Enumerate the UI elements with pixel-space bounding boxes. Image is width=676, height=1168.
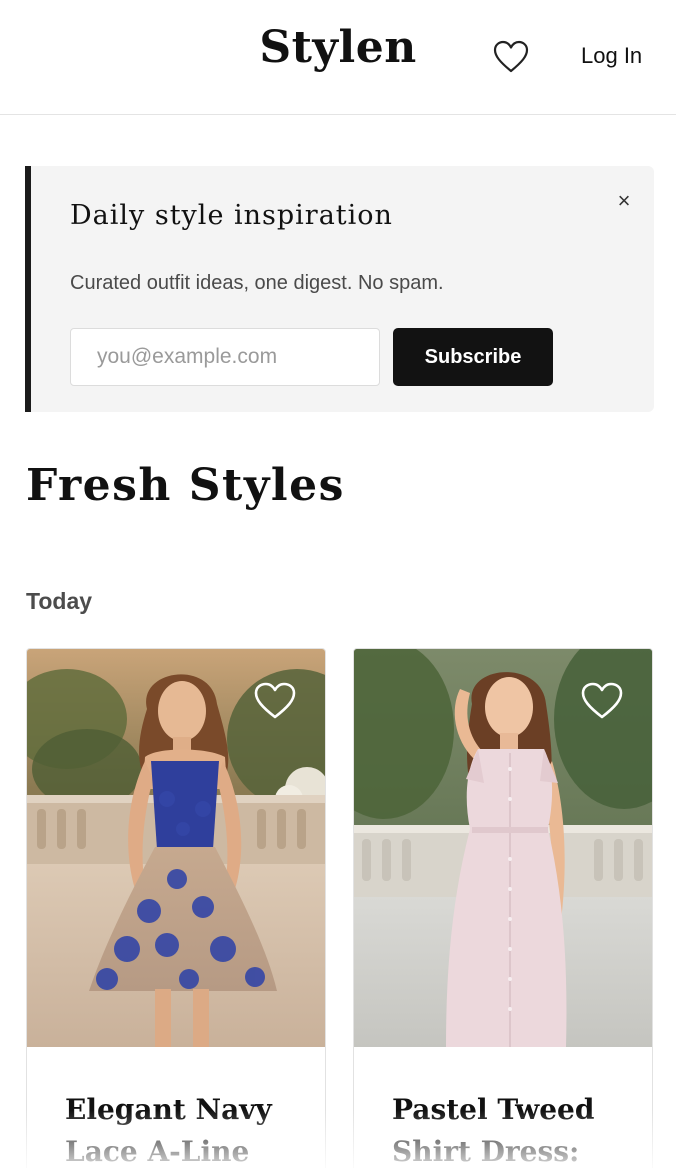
section-title: Fresh Styles [26,460,345,511]
favorite-heart-icon[interactable] [580,681,624,721]
product-title[interactable]: Pastel Tweed Shirt Dress: The [392,1089,632,1168]
favorite-heart-icon[interactable] [253,681,297,721]
newsletter-description: Curated outfit ideas, one digest. No spa… [70,272,444,294]
newsletter-banner: Daily style inspiration × Curated outfit… [25,166,654,412]
favorites-heart-icon[interactable] [492,40,530,74]
product-card[interactable]: Pastel Tweed Shirt Dress: The [353,648,653,1168]
product-image-pastel-tweed[interactable] [354,649,652,1047]
email-input[interactable] [70,328,380,386]
date-group-label: Today [26,588,93,614]
login-link[interactable]: Log In [581,43,642,69]
subscribe-button[interactable]: Subscribe [393,328,553,386]
top-nav: Stylen Log In [0,0,676,115]
product-title[interactable]: Elegant Navy Lace A-Line [65,1089,305,1168]
product-image-navy-lace[interactable] [27,649,325,1047]
product-card[interactable]: Elegant Navy Lace A-Line [26,648,326,1168]
brand-logo[interactable]: Stylen [0,22,676,73]
close-icon[interactable]: × [611,188,637,214]
newsletter-title: Daily style inspiration [70,200,393,231]
